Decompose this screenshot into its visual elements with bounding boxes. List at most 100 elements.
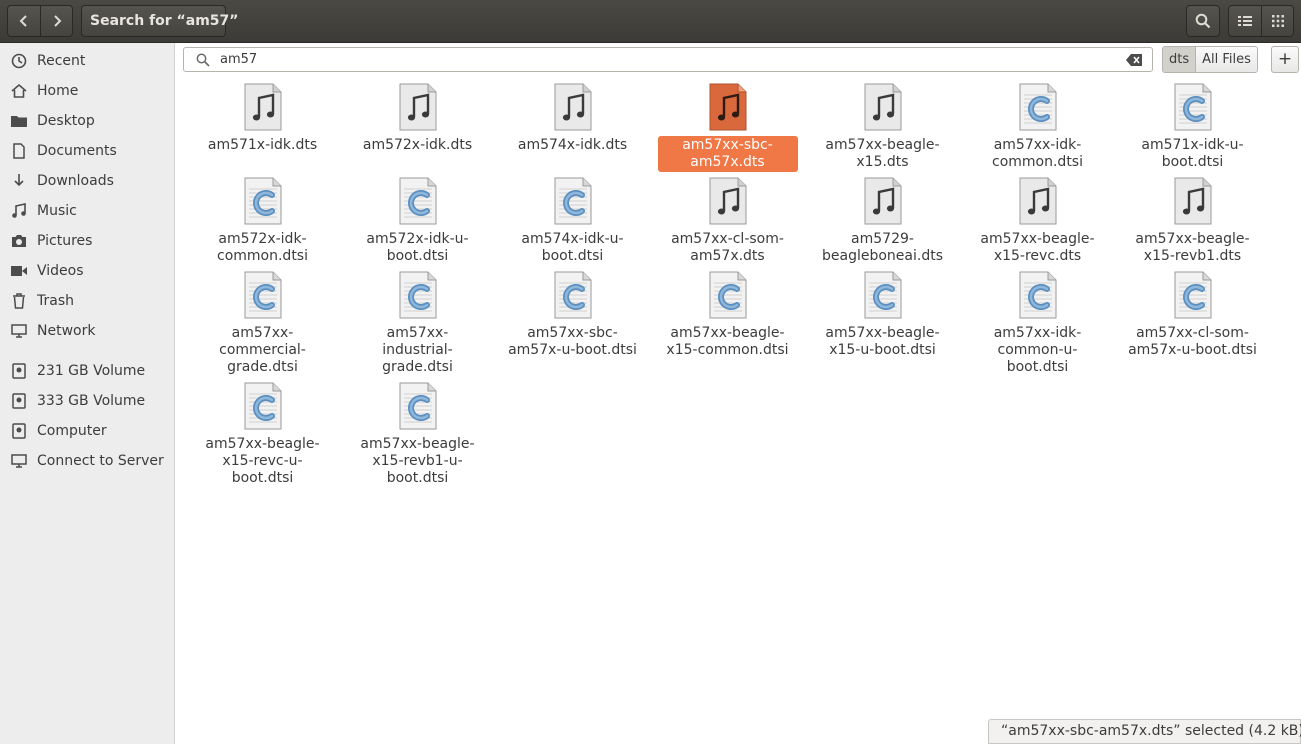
filter-all-files-button[interactable]: All Files xyxy=(1195,47,1257,72)
audio-file-icon xyxy=(1019,177,1057,225)
file-type-filter: dts All Files xyxy=(1162,46,1258,73)
sidebar-item-label: Home xyxy=(37,83,79,99)
c-source-file-icon xyxy=(554,177,592,225)
home-icon xyxy=(10,82,28,100)
search-toggle-button[interactable] xyxy=(1187,6,1219,36)
sidebar-item-label: Desktop xyxy=(37,113,95,129)
sidebar-device-333gb[interactable]: 333 GB Volume xyxy=(0,386,174,416)
file-item[interactable]: am57xx-beagle-x15-u-boot.dtsi xyxy=(805,268,960,360)
search-input[interactable]: am57 xyxy=(183,47,1153,72)
sidebar-item-label: Pictures xyxy=(37,233,93,249)
audio-file-icon xyxy=(399,83,437,131)
file-name: am57xx-sbc-am57x.dts xyxy=(657,136,798,172)
go-forward-icon xyxy=(53,15,61,27)
sidebar-item-label: 231 GB Volume xyxy=(37,363,146,379)
sidebar-item-label: Videos xyxy=(37,263,84,279)
sidebar-item-home[interactable]: Home xyxy=(0,76,174,106)
file-name: am571x-idk-u-boot.dtsi xyxy=(1141,137,1244,170)
add-filter-button[interactable]: + xyxy=(1271,46,1299,73)
file-name: am572x-idk-common.dtsi xyxy=(217,231,308,264)
search-toggle-group xyxy=(1186,5,1220,37)
file-item[interactable]: am57xx-beagle-x15.dts xyxy=(805,80,960,172)
file-item[interactable]: am57xx-cl-som-am57x.dts xyxy=(650,174,805,266)
sidebar-item-label: Network xyxy=(37,323,96,339)
c-source-file-icon xyxy=(244,271,282,319)
sidebar-separator xyxy=(0,346,174,356)
clear-search-icon[interactable] xyxy=(1126,53,1142,66)
filter-dts-button[interactable]: dts xyxy=(1163,47,1196,72)
forward-button[interactable] xyxy=(40,6,72,36)
audio-file-icon xyxy=(864,83,902,131)
grid-view-button[interactable] xyxy=(1261,6,1293,36)
network-icon xyxy=(10,322,28,340)
search-query[interactable]: am57 xyxy=(220,52,1126,67)
sidebar-connect-to-server[interactable]: Connect to Server xyxy=(0,446,174,476)
file-item[interactable]: am57xx-industrial-grade.dtsi xyxy=(340,268,495,377)
sidebar-item-network[interactable]: Network xyxy=(0,316,174,346)
c-source-file-icon xyxy=(554,271,592,319)
sidebar-item-pictures[interactable]: Pictures xyxy=(0,226,174,256)
sidebar-item-documents[interactable]: Documents xyxy=(0,136,174,166)
sidebar-item-downloads[interactable]: Downloads xyxy=(0,166,174,196)
file-item[interactable]: am57xx-idk-common-u-boot.dtsi xyxy=(960,268,1115,377)
file-name: am574x-idk.dts xyxy=(517,137,628,153)
file-item[interactable]: am571x-idk.dts xyxy=(185,80,340,155)
file-item[interactable]: am57xx-sbc-am57x.dts xyxy=(650,80,805,172)
file-item[interactable]: am57xx-idk-common.dtsi xyxy=(960,80,1115,172)
video-icon xyxy=(10,262,28,280)
file-item[interactable]: am571x-idk-u-boot.dtsi xyxy=(1115,80,1270,172)
view-toggle-group xyxy=(1228,5,1294,37)
file-item[interactable]: am57xx-commercial-grade.dtsi xyxy=(185,268,340,377)
sidebar-item-music[interactable]: Music xyxy=(0,196,174,226)
c-source-file-icon xyxy=(1019,83,1057,131)
sidebar-item-recent[interactable]: Recent xyxy=(0,46,174,76)
file-item[interactable]: am57xx-beagle-x15-revc-u-boot.dtsi xyxy=(185,379,340,488)
file-name: am57xx-sbc-am57x-u-boot.dtsi xyxy=(508,325,637,358)
back-button[interactable] xyxy=(8,6,40,36)
camera-icon xyxy=(10,232,28,250)
audio-file-icon xyxy=(864,177,902,225)
c-source-file-icon xyxy=(399,177,437,225)
file-name: am571x-idk.dts xyxy=(207,137,318,153)
file-item[interactable]: am572x-idk-common.dtsi xyxy=(185,174,340,266)
audio-file-icon xyxy=(244,83,282,131)
drive-icon xyxy=(10,392,28,410)
file-item[interactable]: am5729-beagleboneai.dts xyxy=(805,174,960,266)
file-name: am57xx-idk-common.dtsi xyxy=(992,137,1083,170)
audio-file-icon xyxy=(709,83,747,131)
file-item[interactable]: am57xx-beagle-x15-revb1.dts xyxy=(1115,174,1270,266)
file-item[interactable]: am57xx-cl-som-am57x-u-boot.dtsi xyxy=(1115,268,1270,360)
folder-icon xyxy=(10,112,28,130)
sidebar-item-trash[interactable]: Trash xyxy=(0,286,174,316)
file-item[interactable]: am574x-idk.dts xyxy=(495,80,650,155)
list-view-button[interactable] xyxy=(1229,6,1261,36)
file-item[interactable]: am574x-idk-u-boot.dtsi xyxy=(495,174,650,266)
file-item[interactable]: am572x-idk-u-boot.dtsi xyxy=(340,174,495,266)
status-bar: “am57xx-sbc-am57x.dts” selected (4.2 kB) xyxy=(988,719,1301,744)
sidebar-item-label: Music xyxy=(37,203,77,219)
c-source-file-icon xyxy=(244,177,282,225)
sidebar-device-231gb[interactable]: 231 GB Volume xyxy=(0,356,174,386)
file-item[interactable]: am57xx-beagle-x15-revc.dts xyxy=(960,174,1115,266)
sidebar-item-label: Downloads xyxy=(37,173,114,189)
sidebar: Recent Home Desktop Documents Downloads … xyxy=(0,43,175,744)
c-source-file-icon xyxy=(1019,271,1057,319)
file-item[interactable]: am572x-idk.dts xyxy=(340,80,495,155)
file-item[interactable]: am57xx-beagle-x15-revb1-u-boot.dtsi xyxy=(340,379,495,488)
drive-icon xyxy=(10,362,28,380)
sidebar-item-label: 333 GB Volume xyxy=(37,393,146,409)
clock-icon xyxy=(10,52,28,70)
file-name: am57xx-beagle-x15.dts xyxy=(825,137,940,170)
file-name: am57xx-beagle-x15-revb1-u-boot.dtsi xyxy=(360,436,475,486)
sidebar-device-computer[interactable]: Computer xyxy=(0,416,174,446)
sidebar-item-label: Computer xyxy=(37,423,107,439)
grid-view-icon xyxy=(1271,15,1284,27)
sidebar-item-videos[interactable]: Videos xyxy=(0,256,174,286)
sidebar-item-label: Recent xyxy=(37,53,86,69)
file-item[interactable]: am57xx-beagle-x15-common.dtsi xyxy=(650,268,805,360)
file-item[interactable]: am57xx-sbc-am57x-u-boot.dtsi xyxy=(495,268,650,360)
sidebar-item-desktop[interactable]: Desktop xyxy=(0,106,174,136)
go-back-icon xyxy=(19,15,27,27)
server-icon xyxy=(10,452,28,470)
file-name: am57xx-commercial-grade.dtsi xyxy=(219,325,306,375)
